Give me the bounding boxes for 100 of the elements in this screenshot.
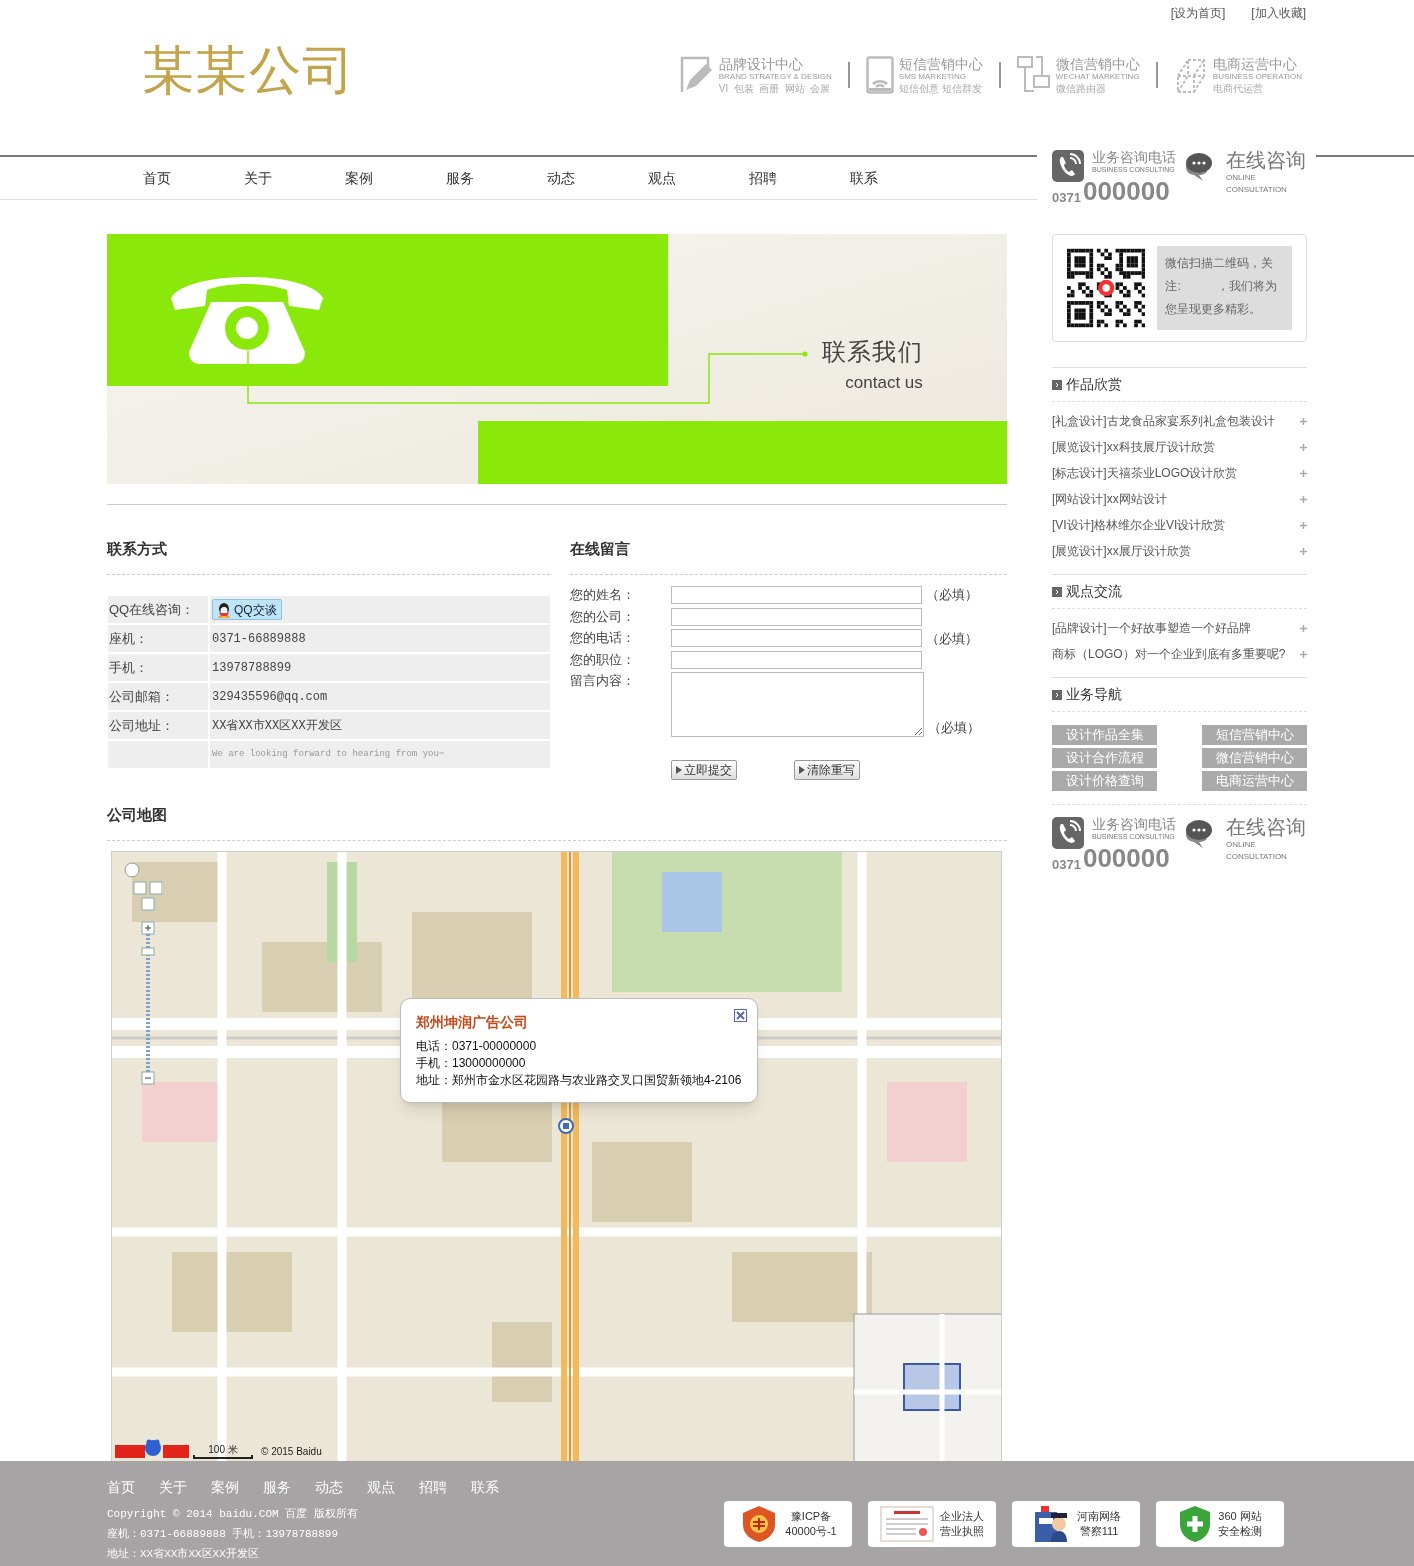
- service-subtitle: SMS MARKETING: [898, 72, 967, 81]
- service-description: 微信路由器: [1055, 83, 1107, 94]
- badge-text: 40000号-1: [785, 1524, 837, 1539]
- service-description: VI 包装 画册 网站 会展: [718, 83, 832, 94]
- footer-badge[interactable]: 豫ICP备 40000号-1: [724, 1501, 852, 1547]
- service-title: 电商运营中心: [1212, 56, 1298, 71]
- input-field[interactable]: [671, 585, 922, 604]
- service-title: 微信营销中心: [1055, 56, 1140, 71]
- service-subtitle: WECHAT MARKETING: [1055, 72, 1140, 81]
- contact-label: QQ在线咨询：: [108, 596, 208, 623]
- top-link[interactable]: [设为首页]: [1170, 4, 1226, 22]
- nav-link[interactable]: 动态: [510, 167, 611, 189]
- phone-number: 000000: [1082, 178, 1170, 204]
- sidebar-heading: 作品欣赏: [1066, 375, 1122, 394]
- section-heading: 在线留言: [570, 539, 631, 559]
- phone-number: 000000: [1082, 845, 1170, 871]
- sidebar-link[interactable]: [品牌设计]一个好故事塑造一个好品牌: [1052, 619, 1251, 637]
- form-label: 留言内容：: [570, 672, 636, 690]
- sidebar-link[interactable]: [标志设计]天禧茶业LOGO设计欣赏: [1052, 464, 1238, 482]
- online-consult-label: 在线咨询: [1226, 817, 1306, 837]
- qr-caption: 微信扫描二维码，关注: ，我们将为您呈现更多精彩。: [1157, 246, 1292, 330]
- section-heading: 联系方式: [107, 539, 168, 559]
- contact-value: 329435596@qq.com: [210, 683, 550, 710]
- badge-text: 360 网站: [1218, 1509, 1262, 1524]
- nav-link[interactable]: 服务: [409, 167, 510, 189]
- badge-text: 营业执照: [940, 1524, 984, 1539]
- plus-icon: [1300, 624, 1307, 632]
- consult-subtitle: ONLINE: [1226, 841, 1257, 849]
- close-icon[interactable]: [734, 1009, 747, 1022]
- shield-plus-icon: [1178, 1504, 1212, 1544]
- footer-badge[interactable]: 河南网络 警察111: [1012, 1501, 1140, 1547]
- network-monitors-icon: [1016, 56, 1051, 94]
- nav-link[interactable]: 案例: [308, 167, 409, 189]
- top-link[interactable]: [加入收藏]: [1251, 4, 1306, 22]
- footer-text: 地址：XX省XX市XX区XX开发区: [107, 1547, 260, 1562]
- area-code: 0371: [1052, 191, 1081, 204]
- input-field[interactable]: [671, 629, 922, 648]
- consult-subtitle: CONSULTATION: [1226, 186, 1288, 194]
- contact-value: XX省XX市XX区XX开发区: [210, 712, 550, 739]
- contact-label: 座机：: [108, 625, 208, 652]
- form-label: 您的公司：: [570, 607, 636, 626]
- footer-text: 座机：0371-66889888 手机：13978788899: [107, 1526, 340, 1542]
- penguin-icon: [217, 601, 231, 618]
- form-button[interactable]: 清除重写: [794, 760, 860, 780]
- plus-icon: [1300, 417, 1307, 425]
- contact-note: We are looking forward to hearing from you~: [210, 741, 550, 768]
- company-logo: 某某公司: [142, 44, 356, 96]
- sidebar-link[interactable]: [展览设计]xx科技展厅设计欣赏: [1052, 438, 1215, 456]
- plus-icon: [1300, 650, 1307, 658]
- footer-text: Copyright © 2014 baidu.COM 百度 版权所有: [107, 1507, 359, 1522]
- consult-label: 业务咨询电话: [1092, 817, 1176, 831]
- nav-link[interactable]: 观点: [611, 167, 712, 189]
- popup-title: 郑州坤润广告公司: [416, 1015, 529, 1029]
- contact-value: 0371-66889888: [210, 625, 550, 652]
- banner-subtitle: contact us: [845, 372, 923, 394]
- consult-subtitle: ONLINE: [1226, 174, 1257, 182]
- input-field[interactable]: [671, 607, 922, 626]
- required-note: （必填）: [928, 718, 980, 737]
- sidebar-link[interactable]: 商标（LOGO）对一个企业到底有多重要呢?: [1052, 645, 1286, 663]
- triangle-icon: [676, 766, 682, 774]
- form-button[interactable]: 立即提交: [671, 760, 737, 780]
- sidebar-heading: 业务导航: [1066, 685, 1122, 704]
- message-textarea[interactable]: [671, 672, 924, 737]
- sidebar-link[interactable]: [礼盒设计]古龙食品家宴系列礼盒包装设计: [1052, 412, 1275, 430]
- badge-text: 河南网络: [1077, 1509, 1121, 1524]
- section-heading: 公司地图: [107, 805, 168, 825]
- map-scale-bar: [193, 1455, 253, 1459]
- chevron-square-icon: [1052, 586, 1062, 597]
- plus-icon: [1300, 521, 1307, 529]
- nav-link[interactable]: 首页: [106, 167, 207, 189]
- qq-chat-button[interactable]: QQ交谈: [212, 599, 282, 620]
- required-note: （必填）: [926, 586, 978, 604]
- nav-link[interactable]: 联系: [813, 167, 914, 189]
- baidu-map-logo-icon: [115, 1437, 189, 1459]
- chevron-square-icon: [1052, 379, 1062, 390]
- input-field[interactable]: [671, 651, 922, 669]
- map-copyright: © 2015 Baidu: [261, 1445, 322, 1459]
- plus-icon: [1300, 443, 1307, 451]
- sidebar-link[interactable]: [VI设计]格林维尔企业VI设计欣赏: [1052, 516, 1226, 534]
- contact-label: 手机：: [108, 654, 208, 681]
- certificate-icon: [880, 1506, 934, 1542]
- required-note: （必填）: [926, 629, 978, 648]
- nav-link[interactable]: 关于: [207, 167, 308, 189]
- phone-icon: [1052, 817, 1084, 849]
- nav-link[interactable]: 招聘: [712, 167, 813, 189]
- plus-icon: [1300, 495, 1307, 503]
- pencil-icon: [679, 56, 714, 94]
- badge-text: 豫ICP备: [790, 1509, 832, 1524]
- footer-badge[interactable]: 360 网站 安全检测: [1156, 1501, 1284, 1547]
- contact-label: 公司地址：: [108, 712, 208, 739]
- sidebar-link[interactable]: [网站设计]xx网站设计: [1052, 490, 1167, 508]
- contact-value: 13978788899: [210, 654, 550, 681]
- qr-code-icon: [1067, 248, 1146, 328]
- online-consult-label: 在线咨询: [1226, 150, 1306, 170]
- sidebar-link[interactable]: [展览设计]xx展厅设计欣赏: [1052, 542, 1191, 560]
- plus-icon: [1300, 547, 1307, 555]
- consult-label: 业务咨询电话: [1092, 150, 1176, 164]
- footer-badge[interactable]: 企业法人 营业执照: [868, 1501, 996, 1547]
- consult-subtitle: CONSULTATION: [1226, 853, 1288, 861]
- service-description: 电商代运营: [1212, 83, 1264, 94]
